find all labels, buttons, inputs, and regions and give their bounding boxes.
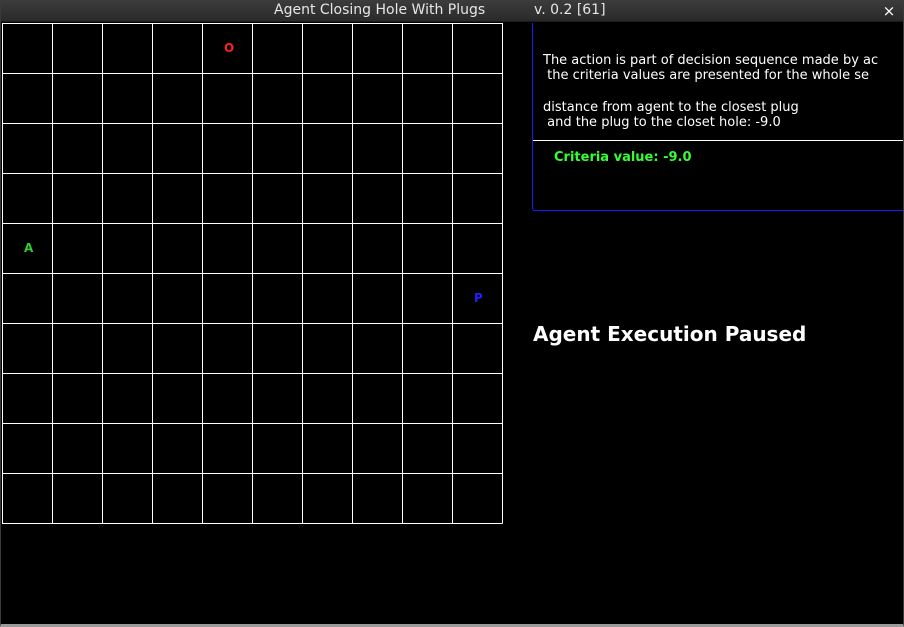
info-divider	[533, 140, 903, 141]
window-version: v. 0.2 [61]	[534, 2, 606, 18]
marker-agent: A	[24, 241, 34, 255]
criteria-value: Criteria value: -9.0	[554, 150, 692, 165]
grid-lines	[2, 23, 503, 524]
paused-status: Agent Execution Paused	[533, 322, 807, 346]
marker-plug: P	[474, 291, 483, 305]
info-panel: The action is part of decision sequence …	[532, 23, 903, 211]
info-line-2: the criteria values are presented for th…	[543, 68, 870, 83]
info-line-1: The action is part of decision sequence …	[543, 53, 879, 68]
window-title: Agent Closing Hole With Plugs	[274, 2, 486, 18]
title-bar[interactable]: Agent Closing Hole With Plugs v. 0.2 [61…	[1, 0, 903, 22]
info-line-3: distance from agent to the closest plug	[543, 100, 799, 115]
app-window: Agent Closing Hole With Plugs v. 0.2 [61…	[0, 0, 904, 627]
game-grid: O A P	[2, 23, 503, 524]
marker-hole: O	[224, 41, 235, 55]
info-line-4: and the plug to the closet hole: -9.0	[543, 115, 781, 130]
close-button[interactable]: ×	[881, 0, 897, 22]
